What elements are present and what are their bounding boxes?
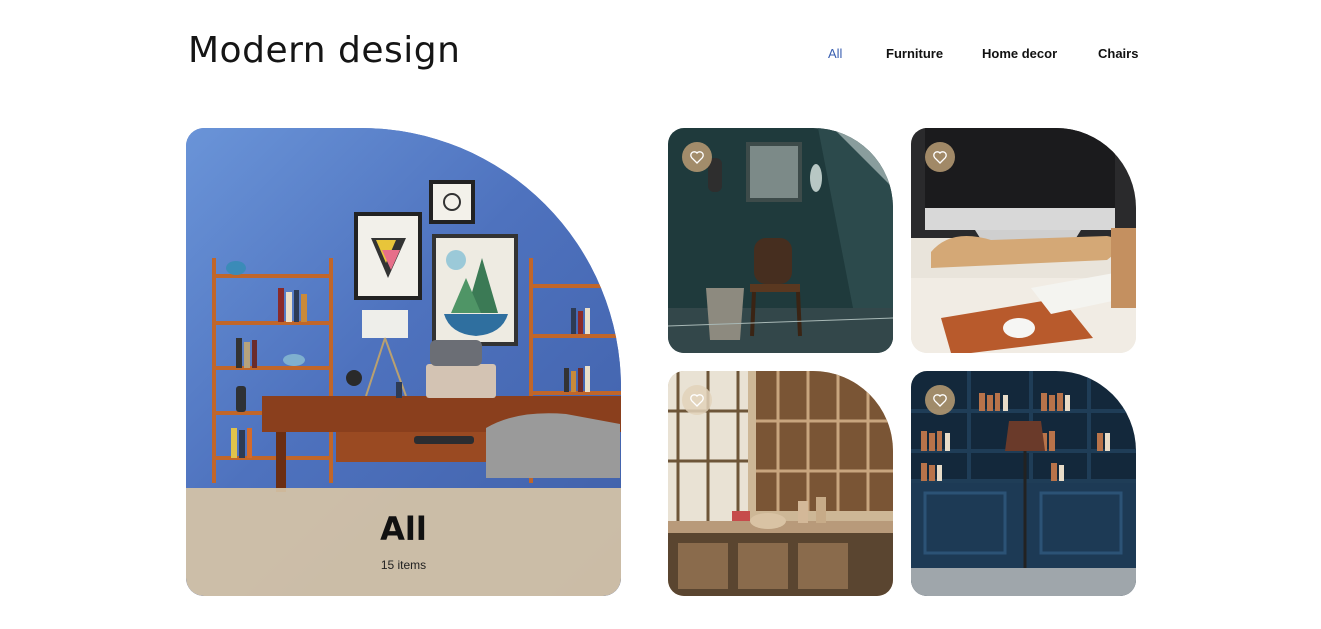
tab-furniture[interactable]: Furniture [886, 46, 943, 61]
favorite-button[interactable] [682, 385, 712, 415]
tab-all[interactable]: All [828, 46, 842, 61]
product-card[interactable] [911, 371, 1136, 596]
heart-icon [690, 394, 704, 407]
favorite-button[interactable] [682, 142, 712, 172]
heart-icon [690, 151, 704, 164]
category-nav: All Furniture Home decor Chairs [0, 46, 1321, 66]
feature-card-all[interactable]: All 15 items [186, 128, 621, 596]
product-card[interactable] [911, 128, 1136, 353]
tab-home-decor[interactable]: Home decor [982, 46, 1057, 61]
product-card[interactable] [668, 371, 893, 596]
product-card[interactable] [668, 128, 893, 353]
heart-icon [933, 151, 947, 164]
feature-item-count: 15 items [380, 558, 427, 572]
feature-caption: All 15 items [186, 488, 621, 596]
heart-icon [933, 394, 947, 407]
favorite-button[interactable] [925, 385, 955, 415]
feature-title: All [380, 510, 427, 548]
favorite-button[interactable] [925, 142, 955, 172]
tab-chairs[interactable]: Chairs [1098, 46, 1138, 61]
